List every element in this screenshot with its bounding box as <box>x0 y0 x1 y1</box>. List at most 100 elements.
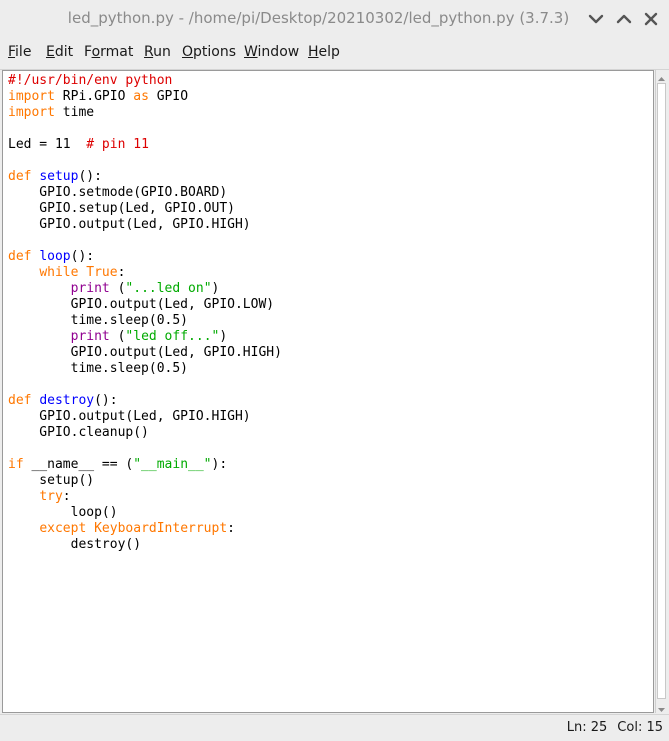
code-line[interactable] <box>8 441 282 457</box>
code-token-plain: GPIO <box>148 89 189 104</box>
code-token-keyword: if <box>8 457 24 472</box>
code-token-plain: loop() <box>8 505 118 520</box>
code-line[interactable]: def loop(): <box>8 249 282 265</box>
code-token-plain: : <box>62 489 71 504</box>
code-editor[interactable]: #!/usr/bin/env python import RPi.GPIO as … <box>2 70 654 713</box>
code-token-keyword: import <box>8 89 55 104</box>
code-token-keyword: True <box>86 265 118 280</box>
code-token-plain: time.sleep(0.5) <box>8 313 189 328</box>
code-token-builtin: print <box>70 329 110 344</box>
menu-edit-rest: dit <box>54 44 74 60</box>
code-line[interactable]: GPIO.setup(Led, GPIO.OUT) <box>8 201 282 217</box>
menu-run-rest: un <box>153 44 171 60</box>
menu-run[interactable]: Run <box>144 37 171 67</box>
status-bar: Ln: 25 Col: 15 <box>0 714 669 741</box>
cursor-position: Ln: 25 Col: 15 <box>557 715 663 741</box>
code-line[interactable]: try: <box>8 489 282 505</box>
code-token-def: setup <box>39 169 79 184</box>
code-line[interactable]: print ("...led on") <box>8 281 282 297</box>
code-line[interactable]: GPIO.output(Led, GPIO.HIGH) <box>8 409 282 425</box>
code-line[interactable]: GPIO.output(Led, GPIO.HIGH) <box>8 217 282 233</box>
code-line[interactable] <box>8 377 282 393</box>
code-token-builtin: print <box>70 281 110 296</box>
menu-format[interactable]: Format <box>84 37 133 67</box>
code-line[interactable]: time.sleep(0.5) <box>8 361 282 377</box>
close-icon <box>644 12 658 26</box>
close-button[interactable] <box>640 8 662 30</box>
code-token-plain: setup() <box>8 473 95 488</box>
menu-edit[interactable]: Edit <box>46 37 73 67</box>
code-token-plain: (): <box>78 169 102 184</box>
maximize-button[interactable] <box>613 8 635 30</box>
code-line[interactable]: #!/usr/bin/env python <box>8 73 282 89</box>
title-bar[interactable]: led_python.py - /home/pi/Desktop/2021030… <box>0 0 669 37</box>
scroll-up-button[interactable] <box>656 70 667 82</box>
code-token-keyword: def <box>8 169 32 184</box>
code-token-plain: GPIO.output(Led, GPIO.LOW) <box>8 297 275 312</box>
vertical-scrollbar[interactable] <box>655 70 667 713</box>
menu-options-mnemonic: O <box>182 44 194 60</box>
code-token-keyword: def <box>8 249 32 264</box>
code-line[interactable]: loop() <box>8 505 282 521</box>
code-token-string: "__main__" <box>133 457 212 472</box>
scroll-down-button[interactable] <box>656 701 667 713</box>
code-line[interactable]: import RPi.GPIO as GPIO <box>8 89 282 105</box>
code-line[interactable]: GPIO.output(Led, GPIO.HIGH) <box>8 345 282 361</box>
code-line[interactable]: while True: <box>8 265 282 281</box>
code-line[interactable]: GPIO.setmode(GPIO.BOARD) <box>8 185 282 201</box>
menu-options-rest: ptions <box>193 44 237 60</box>
code-token-comment: # pin 11 <box>86 137 149 152</box>
menu-file-mnemonic: F <box>8 44 16 60</box>
menu-help-mnemonic: H <box>308 44 319 60</box>
code-line[interactable]: destroy() <box>8 537 282 553</box>
code-token-plain: destroy() <box>8 537 142 552</box>
code-token-plain: Led = 11 <box>8 137 87 152</box>
code-token-plain: time.sleep(0.5) <box>8 361 189 376</box>
scroll-thumb[interactable] <box>657 83 666 699</box>
code-token-string: "...led on" <box>125 281 212 296</box>
menu-help-rest: elp <box>318 44 340 60</box>
code-line[interactable]: time.sleep(0.5) <box>8 313 282 329</box>
code-line[interactable]: def setup(): <box>8 169 282 185</box>
code-token-plain: GPIO.output(Led, GPIO.HIGH) <box>8 217 251 232</box>
menu-file-rest: ile <box>15 44 32 60</box>
menu-window[interactable]: Window <box>244 37 299 67</box>
code-token-keyword: KeyboardInterrupt <box>94 521 228 536</box>
menu-window-rest: indow <box>257 44 300 60</box>
code-line[interactable]: import time <box>8 105 282 121</box>
code-line[interactable]: if __name__ == ("__main__"): <box>8 457 282 473</box>
menu-help[interactable]: Help <box>308 37 340 67</box>
menu-format-mnemonic: o <box>91 44 101 60</box>
code-line[interactable] <box>8 153 282 169</box>
code-token-plain: ( <box>109 281 126 296</box>
code-line[interactable]: def destroy(): <box>8 393 282 409</box>
code-token-keyword: try <box>39 489 63 504</box>
code-token-plain: : <box>117 265 126 280</box>
code-token-plain: time <box>54 105 95 120</box>
code-line[interactable]: setup() <box>8 473 282 489</box>
code-line[interactable] <box>8 233 282 249</box>
idle-editor-window: led_python.py - /home/pi/Desktop/2021030… <box>0 0 669 741</box>
code-line[interactable]: except KeyboardInterrupt: <box>8 521 282 537</box>
code-line[interactable]: print ("led off...") <box>8 329 282 345</box>
code-token-keyword: def <box>8 393 32 408</box>
code-token-plain: RPi.GPIO <box>54 89 134 104</box>
code-line[interactable]: Led = 11 # pin 11 <box>8 137 282 153</box>
code-line[interactable]: GPIO.cleanup() <box>8 425 282 441</box>
chevron-down-icon <box>588 14 604 24</box>
window-title: led_python.py - /home/pi/Desktop/2021030… <box>0 0 669 37</box>
minimize-button[interactable] <box>585 8 607 30</box>
menu-file[interactable]: File <box>8 37 31 67</box>
code-token-plain: ) <box>219 329 228 344</box>
code-line[interactable] <box>8 121 282 137</box>
menu-format-rest: rmat <box>100 44 134 60</box>
code-text[interactable]: #!/usr/bin/env python import RPi.GPIO as … <box>8 73 282 553</box>
code-token-plain: GPIO.cleanup() <box>8 425 149 440</box>
code-token-comment: #!/usr/bin/env python <box>8 73 173 88</box>
code-line[interactable]: GPIO.output(Led, GPIO.LOW) <box>8 297 282 313</box>
menu-options[interactable]: Options <box>182 37 236 67</box>
